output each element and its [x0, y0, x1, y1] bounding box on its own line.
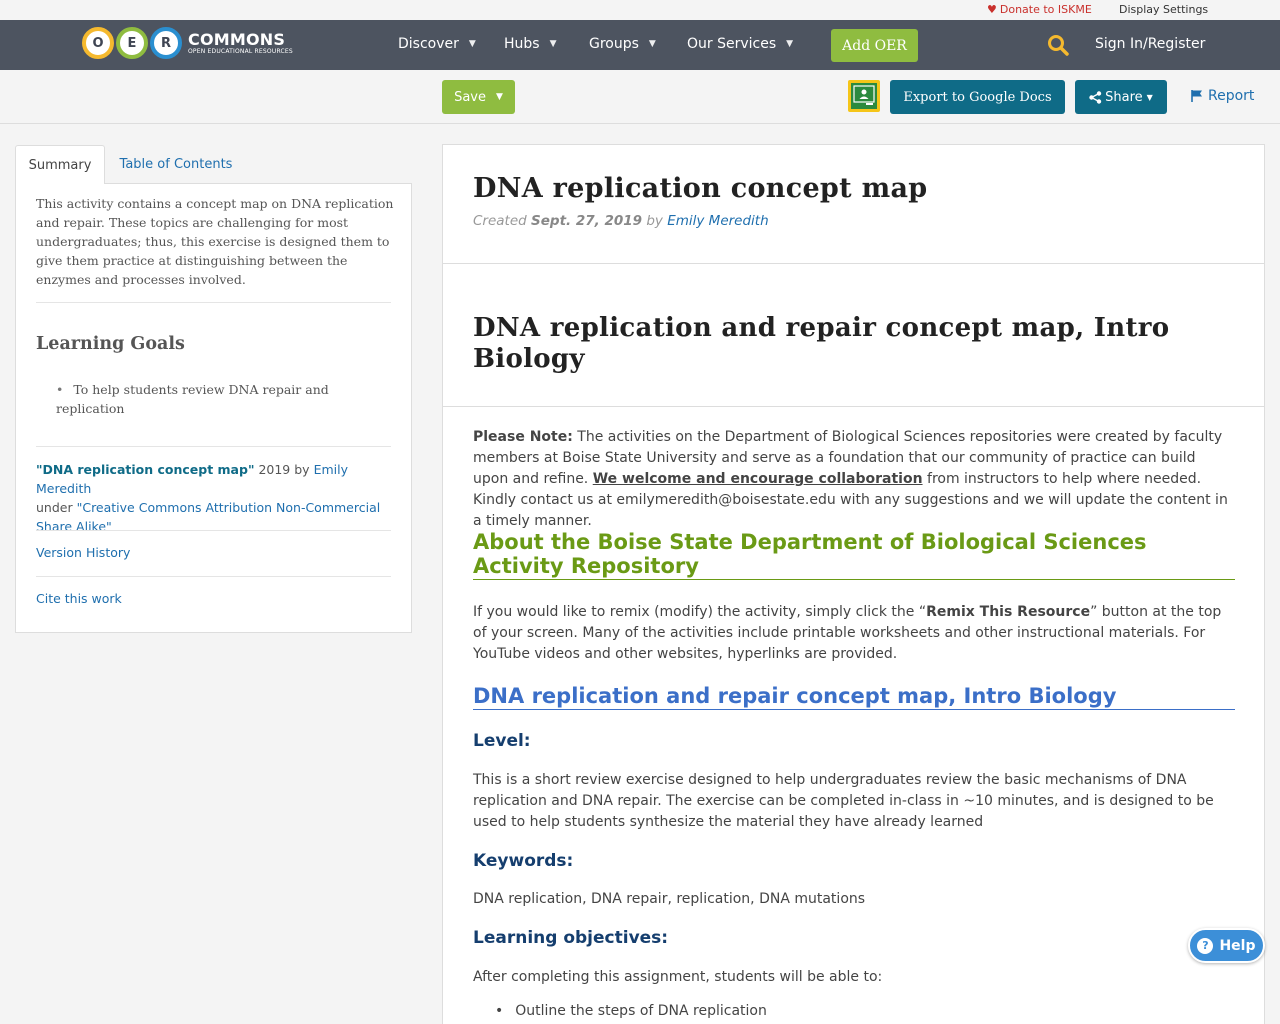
resource-action-bar: Save ▼ Export to Google Docs Share ▼ Repor…: [0, 70, 1280, 124]
nav-hubs[interactable]: Hubs ▼: [504, 36, 557, 52]
resource-meta: Created Sept. 27, 2019 by Emily Meredith: [473, 213, 769, 229]
section-heading: DNA replication and repair concept map, …: [473, 683, 1235, 710]
chevron-down-icon: ▼: [468, 39, 476, 49]
learning-goals-list: To help students review DNA repair and r…: [56, 380, 376, 418]
google-classroom-button[interactable]: [848, 80, 880, 112]
attribution-text: "DNA replication concept map" 2019 by Em…: [36, 462, 381, 534]
nav-discover[interactable]: Discover ▼: [398, 36, 476, 52]
cite-this-work-link[interactable]: Cite this work: [36, 591, 122, 606]
chevron-down-icon: ▼: [786, 39, 794, 49]
resource-content: DNA replication concept map Created Sept…: [442, 144, 1265, 1024]
divider: [36, 576, 391, 577]
resource-description: This activity contains a concept map on …: [36, 196, 394, 287]
share-icon: [1089, 90, 1102, 104]
sign-in-register-link[interactable]: Sign In/Register: [1095, 36, 1205, 52]
tab-table-of-contents[interactable]: Table of Contents: [111, 145, 241, 184]
remix-paragraph: If you would like to remix (modify) the …: [473, 604, 1222, 662]
objectives-intro: After completing this assignment, studen…: [473, 969, 883, 985]
question-icon: ?: [1197, 937, 1214, 954]
utility-bar: ♥ Donate to ISKME Display Settings: [0, 0, 1280, 20]
search-icon[interactable]: [1047, 34, 1069, 56]
collaboration-link[interactable]: We welcome and encourage collaboration: [593, 471, 923, 487]
keywords-heading: Keywords:: [473, 851, 574, 871]
logo-letter-r: R: [150, 27, 182, 59]
attribution-title: "DNA replication concept map": [36, 462, 255, 477]
display-settings-link[interactable]: Display Settings: [1119, 3, 1208, 16]
list-item: Outline the steps of DNA replication: [495, 1003, 767, 1019]
divider: [443, 406, 1264, 407]
version-history-link[interactable]: Version History: [36, 545, 130, 560]
report-link[interactable]: Report: [1190, 88, 1254, 104]
help-button[interactable]: ? Help: [1188, 928, 1265, 963]
add-oer-button[interactable]: Add OER: [831, 29, 918, 62]
sidebar-tabs: Summary Table of Contents: [15, 145, 412, 184]
summary-panel: This activity contains a concept map on …: [15, 183, 412, 633]
keywords-paragraph: DNA replication, DNA repair, replication…: [473, 891, 866, 907]
caret-down-icon: ▼: [496, 92, 503, 102]
learning-objectives-heading: Learning objectives:: [473, 928, 669, 948]
please-note-paragraph: Please Note: The activities on the Depar…: [473, 429, 1228, 529]
author-link[interactable]: Emily Meredith: [667, 213, 768, 229]
chevron-down-icon: ▼: [549, 39, 557, 49]
created-date: Sept. 27, 2019: [531, 213, 643, 229]
nav-groups[interactable]: Groups ▼: [589, 36, 656, 52]
logo-wordmark: COMMONS OPEN EDUCATIONAL RESOURCES: [188, 29, 293, 55]
export-to-google-docs-button[interactable]: Export to Google Docs: [890, 80, 1065, 114]
license-link[interactable]: "Creative Commons Attribution Non-Commer…: [36, 500, 380, 534]
oer-commons-logo[interactable]: O E R COMMONS OPEN EDUCATIONAL RESOURCES: [82, 25, 293, 61]
google-classroom-icon: [851, 83, 877, 109]
donate-link[interactable]: ♥ Donate to ISKME: [987, 3, 1092, 16]
nav-our-services[interactable]: Our Services ▼: [687, 36, 793, 52]
list-item: To help students review DNA repair and r…: [56, 380, 376, 418]
resource-subtitle: DNA replication and repair concept map, …: [473, 313, 1170, 374]
flag-icon: [1191, 90, 1202, 102]
logo-letter-e: E: [116, 27, 148, 59]
tab-summary[interactable]: Summary: [15, 145, 105, 184]
heart-icon: ♥: [987, 3, 997, 16]
page-title: DNA replication concept map: [473, 173, 928, 204]
main-navbar: O E R COMMONS OPEN EDUCATIONAL RESOURCES…: [0, 20, 1280, 70]
save-button[interactable]: Save ▼: [442, 80, 515, 114]
divider: [36, 302, 391, 303]
divider: [443, 263, 1264, 264]
about-repository-heading: About the Boise State Department of Biol…: [473, 530, 1235, 580]
level-heading: Level:: [473, 731, 531, 751]
learning-goals-heading: Learning Goals: [36, 334, 185, 354]
divider: [36, 446, 391, 447]
level-paragraph: This is a short review exercise designed…: [473, 772, 1214, 830]
logo-letter-o: O: [82, 27, 114, 59]
divider: [36, 530, 391, 531]
share-button[interactable]: Share ▼: [1075, 80, 1167, 114]
caret-down-icon: ▼: [1146, 92, 1153, 102]
chevron-down-icon: ▼: [648, 39, 656, 49]
